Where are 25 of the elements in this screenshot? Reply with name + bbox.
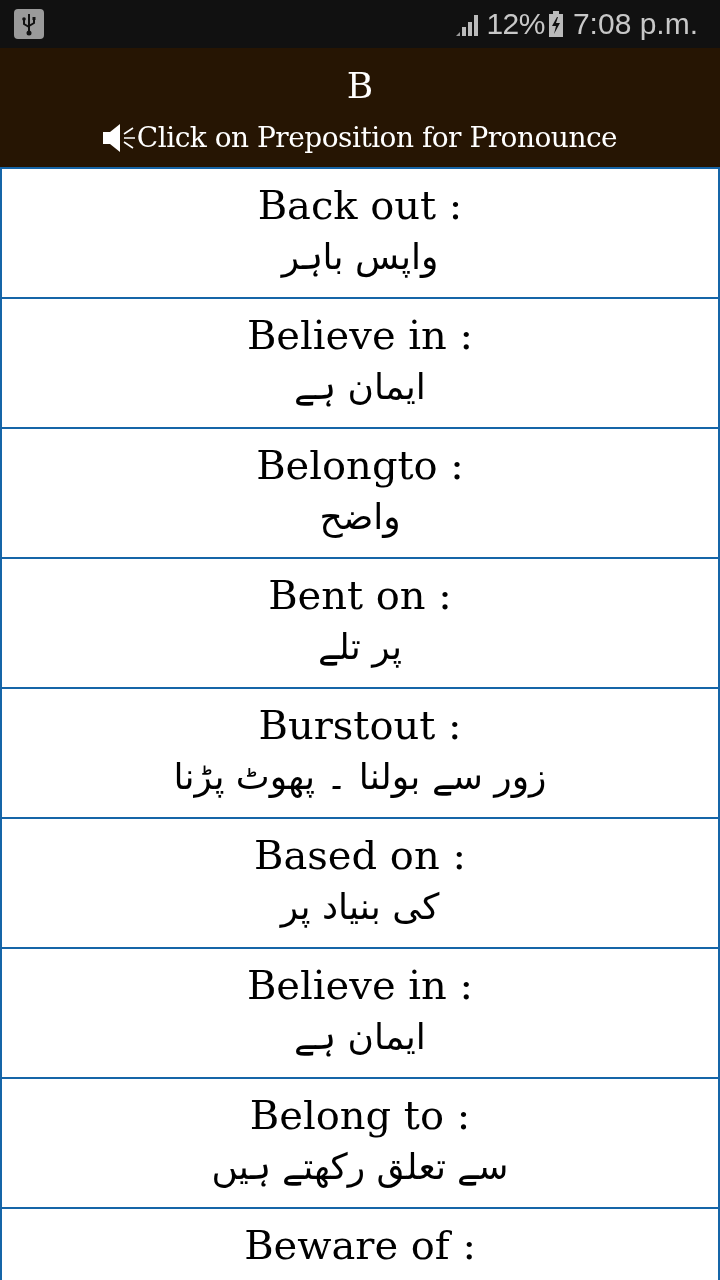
urdu-meaning: ایمان ہے bbox=[294, 365, 426, 409]
urdu-meaning: واپس باہر bbox=[281, 235, 439, 280]
preposition-row[interactable]: Beware of : bbox=[0, 1209, 720, 1280]
urdu-meaning: سے تعلق رکھتے ہیں bbox=[211, 1145, 509, 1190]
urdu-meaning: کی بنیاد پر bbox=[280, 885, 440, 930]
urdu-meaning: ایمان ہے bbox=[294, 1015, 426, 1059]
urdu-meaning: واضح bbox=[319, 495, 401, 540]
preposition-text: Believe in : bbox=[246, 311, 474, 360]
usb-icon bbox=[14, 9, 44, 39]
preposition-text: Burstout : bbox=[258, 701, 462, 750]
preposition-text: Back out : bbox=[257, 181, 463, 230]
urdu-meaning: پر تلے bbox=[317, 625, 403, 670]
preposition-text: Bent on : bbox=[268, 571, 452, 620]
battery-percent: 12% bbox=[486, 9, 545, 39]
preposition-text: Based on : bbox=[254, 831, 466, 880]
speaker-icon bbox=[102, 122, 137, 154]
preposition-text: Beware of : bbox=[244, 1221, 476, 1270]
preposition-text: Belongto : bbox=[256, 441, 464, 490]
preposition-text: Belong to : bbox=[249, 1091, 471, 1140]
urdu-meaning: زور سے بولنا ۔ پھوٹ پڑنا bbox=[173, 755, 547, 800]
battery-charging-icon bbox=[548, 11, 563, 37]
letter-title: B bbox=[346, 64, 374, 108]
clock-time: 7:08 p.m. bbox=[572, 9, 698, 39]
preposition-text: Believe in : bbox=[246, 961, 474, 1010]
hint-text: Click on Preposition for Pronounce bbox=[136, 120, 618, 156]
